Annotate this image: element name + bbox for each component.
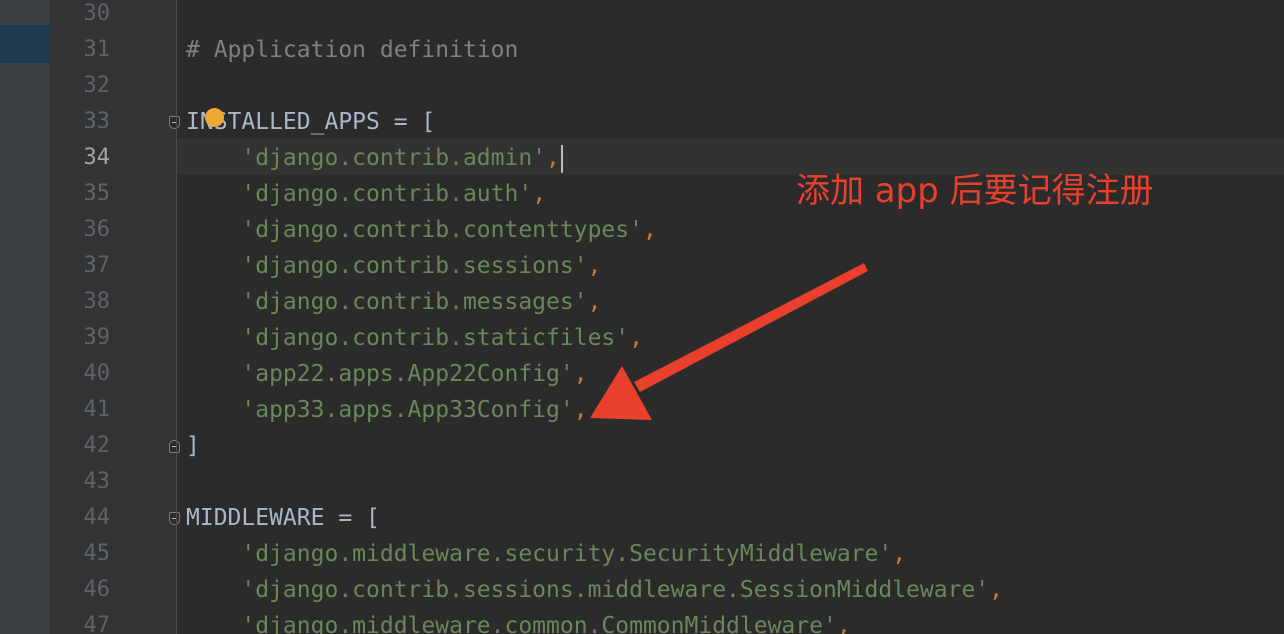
code-line[interactable]: 'django.contrib.sessions.middleware.Sess… — [186, 572, 1003, 608]
line-number[interactable]: 33 — [50, 104, 111, 140]
line-number[interactable]: 30 — [50, 0, 111, 32]
lightbulb-icon[interactable] — [205, 108, 224, 127]
code-line[interactable]: 'django.contrib.admin', — [186, 140, 563, 176]
code-token: , — [629, 325, 643, 351]
code-token: 'django.middleware.common.CommonMiddlewa… — [241, 613, 837, 634]
code-line[interactable]: 'app22.apps.App22Config', — [186, 356, 588, 392]
code-token: 'django.contrib.admin' — [241, 145, 547, 171]
code-token: , — [642, 217, 657, 243]
code-token: MIDDLEWARE = [ — [186, 505, 380, 531]
code-line[interactable]: ] — [186, 428, 200, 464]
code-token: # Application definition — [186, 37, 519, 63]
gutter-divider — [176, 0, 177, 634]
code-token: 'app22.apps.App22Config' — [241, 361, 574, 387]
line-number[interactable]: 43 — [50, 464, 111, 500]
line-number[interactable]: 38 — [50, 284, 111, 320]
line-number[interactable]: 31 — [50, 32, 111, 68]
code-token: INSTALLED_APPS = [ — [186, 109, 436, 135]
code-line[interactable]: 'django.middleware.security.SecurityMidd… — [186, 536, 906, 572]
line-number[interactable]: 35 — [50, 176, 111, 212]
line-number[interactable]: 42 — [50, 428, 111, 464]
line-number[interactable]: 34 — [50, 140, 111, 176]
code-line[interactable]: 'app33.apps.App33Config', — [186, 392, 588, 428]
arrow-shaft — [634, 263, 868, 392]
code-token: 'django.middleware.security.SecurityMidd… — [241, 541, 893, 567]
line-number[interactable]: 47 — [50, 608, 111, 634]
line-number[interactable]: 36 — [50, 212, 111, 248]
tool-window-strip — [0, 0, 50, 634]
text-caret — [560, 144, 563, 173]
code-token: 'django.contrib.sessions' — [241, 253, 588, 279]
code-line[interactable]: INSTALLED_APPS = [ — [186, 104, 435, 140]
code-token: , — [989, 577, 1003, 603]
code-token: ] — [186, 433, 200, 459]
code-line[interactable]: 'django.middleware.common.CommonMiddlewa… — [186, 608, 851, 634]
code-token: 'django.contrib.contenttypes' — [241, 217, 643, 243]
code-token: 'django.contrib.staticfiles' — [241, 325, 630, 351]
code-token: 'app33.apps.App33Config' — [241, 397, 574, 423]
fold-marker-icon[interactable] — [169, 440, 180, 453]
code-line[interactable]: # Application definition — [186, 32, 518, 68]
arrow-head — [590, 366, 652, 420]
line-number[interactable]: 37 — [50, 248, 111, 284]
code-line[interactable]: 'django.contrib.staticfiles', — [186, 320, 643, 356]
code-line[interactable]: 'django.contrib.sessions', — [186, 248, 601, 284]
code-line[interactable]: MIDDLEWARE = [ — [186, 500, 380, 536]
line-number[interactable]: 46 — [50, 572, 111, 608]
code-token: , — [546, 145, 560, 171]
fold-marker-icon[interactable] — [169, 512, 180, 525]
code-token: , — [587, 289, 602, 315]
line-number-gutter: 30 31 32 33 34 35 36 37 38 39 40 41 42 43 44 45 46 47 — [50, 0, 180, 634]
line-number[interactable]: 32 — [50, 68, 111, 104]
line-number[interactable]: 41 — [50, 392, 111, 428]
code-token: , — [532, 181, 547, 207]
code-line[interactable]: 'django.contrib.messages', — [186, 284, 601, 320]
code-editor[interactable]: 30 31 32 33 34 35 36 37 38 39 40 41 42 43 44 45 46 47 # A… — [0, 0, 1284, 634]
line-number[interactable]: 45 — [50, 536, 111, 572]
tool-window-selected-marker[interactable] — [0, 25, 50, 63]
line-number[interactable]: 44 — [50, 500, 111, 536]
fold-marker-icon[interactable] — [169, 116, 180, 129]
line-number[interactable]: 39 — [50, 320, 111, 356]
line-number[interactable]: 40 — [50, 356, 111, 392]
code-line[interactable]: 'django.contrib.auth', — [186, 176, 546, 212]
code-token: 'django.contrib.auth' — [241, 181, 533, 207]
annotation-text: 添加 app 后要记得注册 — [796, 171, 1154, 211]
code-token: , — [587, 253, 602, 279]
code-token: , — [573, 397, 588, 423]
code-token: 'django.contrib.messages' — [241, 289, 588, 315]
code-token: 'django.contrib.sessions.middleware.Sess… — [241, 577, 990, 603]
code-token: , — [836, 613, 851, 634]
code-token: , — [892, 541, 907, 567]
code-line[interactable]: 'django.contrib.contenttypes', — [186, 212, 657, 248]
code-token: , — [573, 361, 588, 387]
